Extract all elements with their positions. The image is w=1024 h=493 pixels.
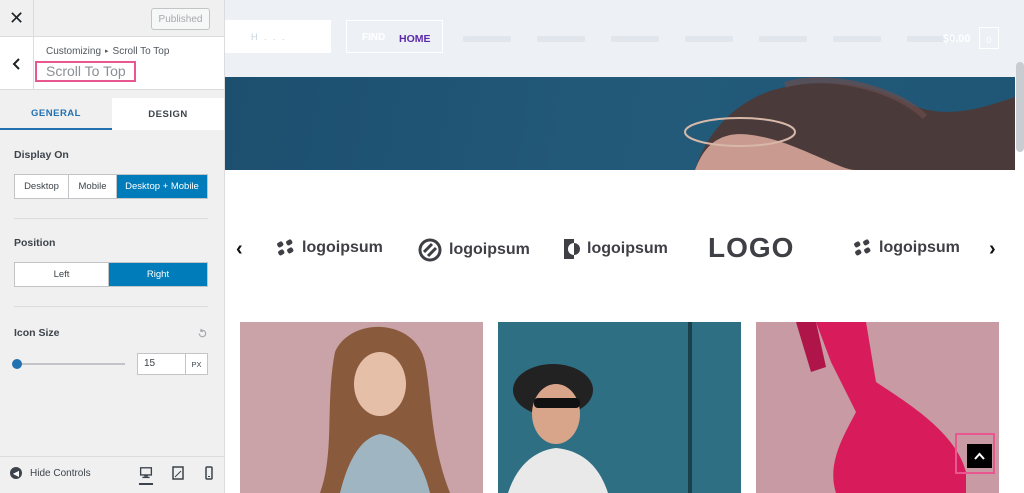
logo-text: logoipsum [302,239,383,256]
logo-mark-icon [564,239,580,259]
display-on-label: Display On [14,149,69,161]
nav-link[interactable] [833,36,881,42]
icon-size-slider-track[interactable] [17,363,125,365]
icon-size-unit: PX [185,353,208,375]
logo-text: LOGO [708,232,795,263]
cart-total[interactable]: $0.00 [943,33,971,45]
carousel-prev-icon[interactable]: ‹ [236,238,243,261]
breadcrumb-parent: Customizing [46,46,102,57]
icon-size-input[interactable]: 15 [137,353,186,375]
divider [14,306,208,307]
nav-link[interactable] [685,36,733,42]
nav-links [463,36,955,42]
breadcrumb-separator-icon: ▸ [105,48,109,55]
nav-link[interactable] [463,36,511,42]
customizer-footer: ◀ Hide Controls [0,456,224,493]
customizer-sidebar: ✕ Published Customizing ▸ Scroll To Top Sc… [0,0,225,493]
panel-title: Scroll To Top [35,61,136,82]
display-desktop-mobile-button[interactable]: Desktop + Mobile [117,175,207,198]
icon-size-label: Icon Size [14,327,60,339]
product-image [498,322,741,493]
tab-design[interactable]: DESIGN [112,98,224,130]
client-logo: logoipsum [418,238,530,262]
logo-mark-icon [277,239,294,256]
logo-mark-icon [418,238,442,262]
close-icon[interactable]: ✕ [0,0,34,37]
hero-banner [225,77,1015,170]
logo-carousel: ‹ logoipsum logoipsum logoipsum LOGO log… [225,230,1015,270]
mobile-preview-icon[interactable] [202,466,216,480]
scroll-to-top-button[interactable] [967,444,992,468]
panel-tabs: GENERAL DESIGN [0,98,224,130]
icon-size-slider-handle[interactable] [12,359,22,369]
position-right-button[interactable]: Right [109,263,207,286]
client-logo: logoipsum [562,238,668,260]
product-card[interactable] [240,322,483,493]
product-image [240,322,483,493]
tab-general[interactable]: GENERAL [0,98,112,130]
back-button[interactable] [0,37,34,90]
collapse-icon: ◀ [10,467,22,479]
position-left-button[interactable]: Left [15,263,109,286]
nav-link[interactable] [759,36,807,42]
scrollbar-thumb[interactable] [1016,62,1024,152]
display-desktop-button[interactable]: Desktop [15,175,69,198]
logo-text: logoipsum [587,240,668,257]
hide-controls-button[interactable]: ◀ Hide Controls [10,467,91,479]
position-label: Position [14,237,56,249]
reset-icon[interactable] [197,328,208,339]
logo-text: logoipsum [879,239,960,256]
breadcrumb: Customizing ▸ Scroll To Top [46,46,169,57]
customizer-topbar: ✕ Published [0,0,224,37]
search-box[interactable]: H . . . [225,20,331,53]
nav-link-home[interactable]: HOME [399,33,431,45]
client-logo: LOGO [708,232,794,264]
client-logo: logoipsum [852,238,960,258]
product-card[interactable] [498,322,741,493]
client-logo: logoipsum [275,238,383,258]
breadcrumb-current: Scroll To Top [112,46,170,57]
display-on-group: Desktop Mobile Desktop + Mobile [14,174,208,199]
nav-link[interactable] [537,36,585,42]
chevron-left-icon [12,57,20,70]
display-mobile-button[interactable]: Mobile [69,175,117,198]
desktop-preview-icon[interactable] [139,466,153,485]
site-preview: H . . . FIND HOME $0.00 0 ‹ logoipsum lo… [225,0,1024,493]
site-header: H . . . FIND HOME $0.00 0 [225,0,1024,77]
logo-text: logoipsum [449,241,530,258]
chevron-up-icon [974,452,985,460]
nav-link[interactable] [611,36,659,42]
published-button[interactable]: Published [151,8,210,30]
hide-controls-label: Hide Controls [30,467,91,479]
carousel-next-icon[interactable]: › [989,238,996,261]
panel-header: Customizing ▸ Scroll To Top Scroll To Top [0,37,224,90]
logo-mark-icon [854,239,871,256]
cart-icon[interactable]: 0 [979,27,999,49]
tablet-preview-icon[interactable] [171,466,185,480]
divider [14,218,208,219]
hero-image [684,77,1015,170]
position-group: Left Right [14,262,208,287]
